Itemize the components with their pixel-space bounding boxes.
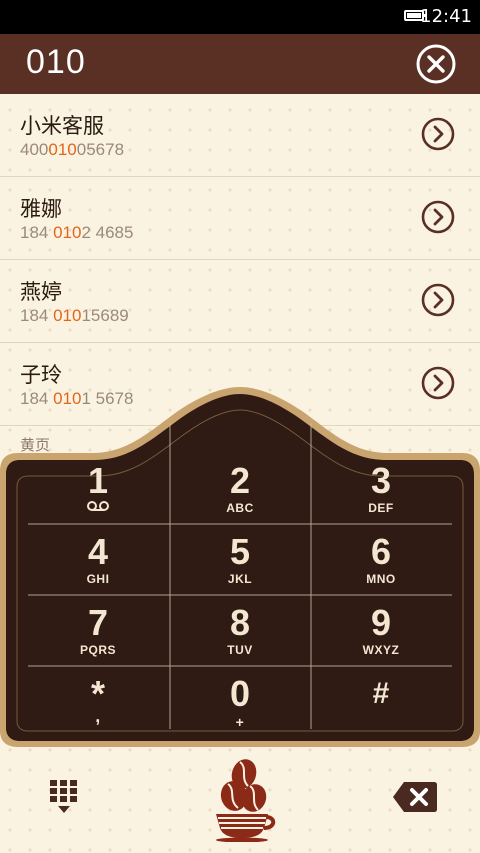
contact-item[interactable]: 雅娜 184 0102 4685 [0, 177, 480, 260]
dial-keypad: 1 2 ABC 3 DEF 4 GHI 5 JKL 6 MNO 7 PQRS 8… [0, 383, 480, 748]
key-5[interactable]: 5 JKL [170, 524, 310, 595]
contact-phone: 184 01015689 [20, 306, 129, 325]
key-star[interactable]: * , [28, 666, 168, 737]
status-bar: 12:41 [0, 0, 480, 34]
chevron-right-circle-icon[interactable] [421, 200, 455, 234]
chevron-right-circle-icon[interactable] [421, 283, 455, 317]
backspace-icon[interactable] [392, 780, 438, 814]
status-time: 12:41 [420, 6, 472, 27]
close-circle-icon[interactable] [416, 44, 456, 84]
key-pound[interactable]: # [311, 666, 451, 737]
phone-match-highlight: 010 [53, 223, 82, 242]
dialer-header: 010 [0, 34, 480, 94]
bottom-action-bar [0, 748, 480, 853]
dialpad-icon[interactable] [44, 776, 84, 818]
key-4[interactable]: 4 GHI [28, 524, 168, 595]
contact-name: 小米客服 [20, 114, 104, 138]
coffee-cup-icon[interactable] [210, 754, 276, 842]
key-0[interactable]: 0 + [170, 666, 310, 737]
contact-item[interactable]: 小米客服 40001005678 [0, 94, 480, 177]
contact-result-list: 小米客服 40001005678 雅娜 184 0102 4685 燕婷 184… [0, 94, 480, 426]
key-8[interactable]: 8 TUV [170, 595, 310, 666]
contact-name: 燕婷 [20, 280, 62, 304]
key-3[interactable]: 3 DEF [311, 453, 451, 524]
phone-match-highlight: 010 [48, 140, 77, 159]
voicemail-icon [87, 501, 109, 511]
contact-phone: 184 0102 4685 [20, 223, 134, 242]
key-6[interactable]: 6 MNO [311, 524, 451, 595]
key-7[interactable]: 7 PQRS [28, 595, 168, 666]
key-1[interactable]: 1 [28, 453, 168, 524]
key-9[interactable]: 9 WXYZ [311, 595, 451, 666]
contact-item[interactable]: 燕婷 184 01015689 [0, 260, 480, 343]
chevron-right-circle-icon[interactable] [421, 117, 455, 151]
dialed-number[interactable]: 010 [26, 43, 86, 82]
contact-phone: 40001005678 [20, 140, 125, 159]
contact-name: 雅娜 [20, 197, 62, 221]
phone-match-highlight: 010 [53, 306, 82, 325]
key-2[interactable]: 2 ABC [170, 453, 310, 524]
